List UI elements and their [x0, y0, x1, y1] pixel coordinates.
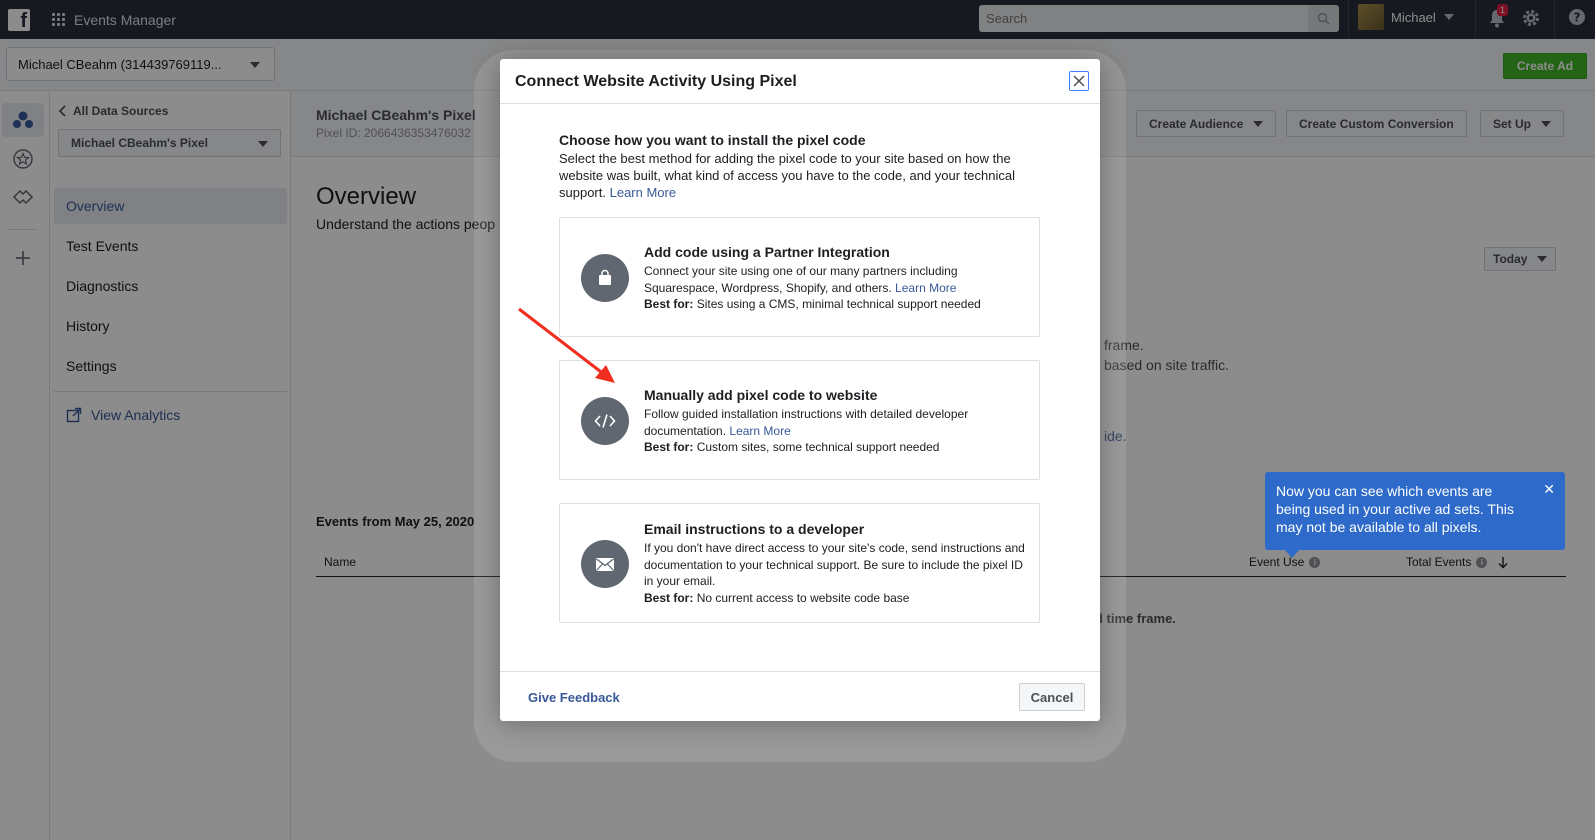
event-use-tooltip: Now you can see which events are being u…: [1265, 472, 1565, 558]
option-learn-more-link[interactable]: Learn More: [895, 281, 956, 295]
shopping-bag-icon: [599, 269, 611, 285]
intro-text: Select the best method for adding the pi…: [559, 150, 1049, 201]
option-learn-more-link[interactable]: Learn More: [729, 424, 790, 438]
best-for-text: Sites using a CMS, minimal technical sup…: [696, 297, 981, 311]
dialog-footer: Give Feedback Cancel: [500, 671, 1100, 721]
dialog-header: Connect Website Activity Using Pixel: [500, 59, 1100, 104]
connect-pixel-dialog: Connect Website Activity Using Pixel Cho…: [500, 59, 1100, 721]
tooltip-tail: [1285, 550, 1299, 558]
code-icon: [594, 414, 616, 428]
envelope-icon: [596, 557, 614, 571]
option-icon-circle: [581, 254, 629, 302]
option-icon-circle: [581, 540, 629, 588]
option-email-developer[interactable]: Email instructions to a developer If you…: [559, 503, 1040, 623]
option-content: Email instructions to a developer If you…: [644, 521, 1029, 606]
tooltip-text: Now you can see which events are being u…: [1276, 483, 1514, 535]
intro-title: Choose how you want to install the pixel…: [559, 132, 866, 148]
option-manual-install[interactable]: Manually add pixel code to website Follo…: [559, 360, 1040, 480]
option-title: Email instructions to a developer: [644, 521, 865, 537]
give-feedback-link[interactable]: Give Feedback: [528, 690, 620, 705]
cancel-button[interactable]: Cancel: [1019, 683, 1085, 711]
option-description: Connect your site using one of our many …: [644, 263, 1029, 313]
best-for-text: Custom sites, some technical support nee…: [696, 440, 940, 454]
close-icon[interactable]: ✕: [1543, 480, 1555, 498]
option-content: Manually add pixel code to website Follo…: [644, 387, 1029, 456]
option-content: Add code using a Partner Integration Con…: [644, 244, 1029, 313]
dialog-close-button[interactable]: [1069, 71, 1089, 91]
best-for-label: Best for:: [644, 590, 694, 605]
intro-learn-more-link[interactable]: Learn More: [610, 185, 676, 200]
close-icon: [1073, 75, 1085, 87]
option-title: Manually add pixel code to website: [644, 387, 878, 403]
best-for-label: Best for:: [644, 297, 694, 311]
install-intro: Choose how you want to install the pixel…: [559, 132, 1049, 201]
annotation-arrow-icon: [518, 307, 615, 383]
dialog-title: Connect Website Activity Using Pixel: [515, 73, 797, 90]
option-icon-circle: [581, 397, 629, 445]
option-description: Follow guided installation instructions …: [644, 406, 1029, 456]
best-for-text: No current access to website code base: [696, 590, 910, 605]
option-title: Add code using a Partner Integration: [644, 244, 890, 260]
option-desc-text: If you don't have direct access to your …: [644, 541, 1025, 588]
best-for-label: Best for:: [644, 440, 694, 454]
option-desc-text: Follow guided installation instructions …: [644, 407, 969, 438]
option-description: If you don't have direct access to your …: [644, 540, 1029, 606]
option-partner-integration[interactable]: Add code using a Partner Integration Con…: [559, 217, 1040, 337]
